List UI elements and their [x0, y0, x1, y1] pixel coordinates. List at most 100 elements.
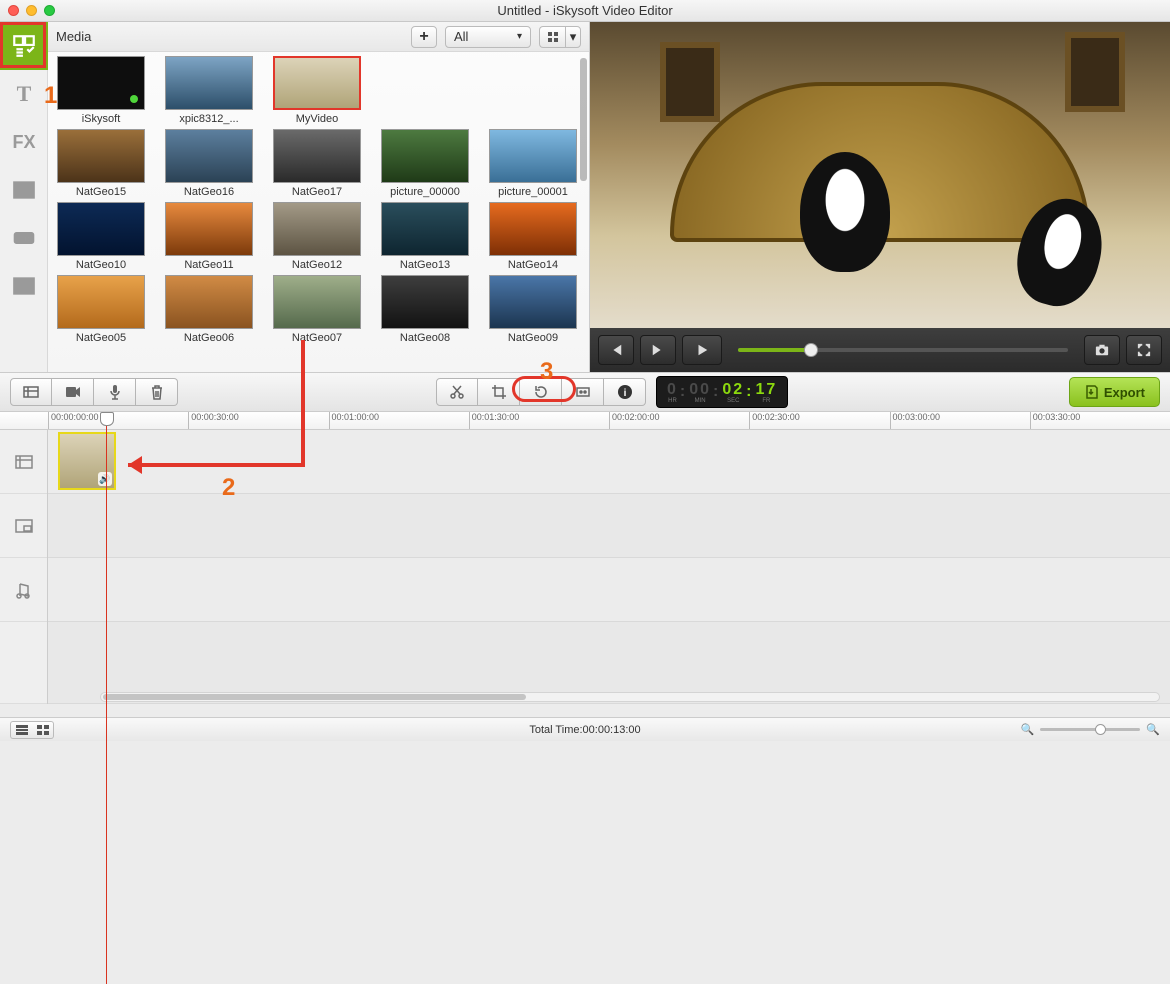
playback-bar	[590, 328, 1170, 372]
tab-split[interactable]	[0, 262, 48, 310]
overlay-track[interactable]	[48, 494, 1170, 558]
timeline-ruler[interactable]: 00:00:00:0000:00:30:0000:01:00:0000:01:3…	[0, 412, 1170, 430]
tab-fx[interactable]: FX	[0, 118, 48, 166]
tool-column: T FX AB	[0, 22, 48, 372]
media-item-label: NatGeo12	[270, 259, 364, 271]
rotate-button[interactable]	[520, 378, 562, 406]
tab-text[interactable]: T	[0, 70, 48, 118]
media-item-NatGeo11[interactable]: NatGeo11	[162, 202, 256, 271]
preview-canvas[interactable]	[590, 22, 1170, 328]
media-item-NatGeo09[interactable]: NatGeo09	[486, 275, 580, 344]
media-item-label: NatGeo06	[162, 332, 256, 344]
import-button[interactable]: +	[411, 26, 437, 48]
ruler-tick: 00:03:00:00	[890, 412, 1030, 429]
timecode-display: 0HR : 00MIN : 02SEC : 17FR	[656, 376, 788, 408]
media-item-picture_00001[interactable]: picture_00001	[486, 129, 580, 198]
media-filter-dropdown[interactable]: All	[445, 26, 531, 48]
titlebar: Untitled - iSkysoft Video Editor	[0, 0, 1170, 22]
media-item-NatGeo07[interactable]: NatGeo07	[270, 275, 364, 344]
track-overlay-label[interactable]	[0, 494, 47, 558]
tab-media[interactable]	[0, 22, 48, 70]
media-item-NatGeo10[interactable]: NatGeo10	[54, 202, 148, 271]
media-item-NatGeo16[interactable]: NatGeo16	[162, 129, 256, 198]
media-item-NatGeo13[interactable]: NatGeo13	[378, 202, 472, 271]
status-total-time: Total Time:00:00:13:00	[0, 724, 1170, 736]
svg-text:i: i	[623, 388, 626, 399]
media-item-iSkysoft[interactable]: iSkysoft	[54, 56, 148, 125]
crop-button[interactable]	[478, 378, 520, 406]
timeline-area[interactable]: 🔊	[48, 430, 1170, 704]
fullscreen-button[interactable]	[1126, 335, 1162, 365]
step-back-button[interactable]	[598, 335, 634, 365]
cut-button[interactable]	[436, 378, 478, 406]
audio-track[interactable]	[48, 558, 1170, 622]
ruler-tick: 00:01:30:00	[469, 412, 609, 429]
media-item-label: xpic8312_...	[162, 113, 256, 125]
record-voice-button[interactable]	[94, 378, 136, 406]
timeline-tracks: 🔊	[0, 430, 1170, 704]
ruler-tick: 00:00:00:00	[48, 412, 188, 429]
media-item-label: NatGeo10	[54, 259, 148, 271]
track-audio-label[interactable]	[0, 558, 47, 622]
timeline-clip-myvideo[interactable]: 🔊	[58, 432, 116, 490]
export-button[interactable]: Export	[1069, 377, 1160, 407]
export-label: Export	[1104, 385, 1145, 400]
media-item-NatGeo14[interactable]: NatGeo14	[486, 202, 580, 271]
snapshot-button[interactable]	[1084, 335, 1120, 365]
info-button[interactable]: i	[604, 378, 646, 406]
media-item-NatGeo17[interactable]: NatGeo17	[270, 129, 364, 198]
tab-intertitle[interactable]: AB	[0, 214, 48, 262]
zoom-slider[interactable]	[1040, 728, 1140, 731]
media-item-NatGeo05[interactable]: NatGeo05	[54, 275, 148, 344]
ruler-tick: 00:03:30:00	[1030, 412, 1170, 429]
view-grid-button[interactable]	[539, 26, 565, 48]
media-item-label: NatGeo14	[486, 259, 580, 271]
media-item-label: NatGeo08	[378, 332, 472, 344]
playback-slider[interactable]	[738, 348, 1068, 352]
media-panel-title: Media	[56, 29, 403, 44]
step-forward-button[interactable]	[640, 335, 676, 365]
media-item-label: NatGeo05	[54, 332, 148, 344]
ruler-tick: 00:01:00:00	[329, 412, 469, 429]
clip-audio-icon: 🔊	[98, 472, 112, 486]
media-item-label: picture_00001	[486, 186, 580, 198]
media-item-label: MyVideo	[270, 113, 364, 125]
media-item-label: NatGeo11	[162, 259, 256, 271]
media-item-label: NatGeo17	[270, 186, 364, 198]
media-item-label: NatGeo07	[270, 332, 364, 344]
media-item-label: NatGeo09	[486, 332, 580, 344]
play-button[interactable]	[682, 335, 722, 365]
ruler-tick: 00:02:30:00	[749, 412, 889, 429]
edit-clip-button[interactable]	[562, 378, 604, 406]
window-title: Untitled - iSkysoft Video Editor	[0, 3, 1170, 18]
add-to-timeline-button[interactable]	[10, 378, 52, 406]
svg-text:AB: AB	[19, 234, 30, 243]
video-track[interactable]: 🔊	[48, 430, 1170, 494]
tab-pip[interactable]	[0, 166, 48, 214]
timeline-scrollbar[interactable]	[100, 692, 1160, 702]
media-item-picture_00000[interactable]: picture_00000	[378, 129, 472, 198]
media-scrollbar[interactable]	[580, 58, 587, 366]
media-item-MyVideo[interactable]: MyVideo	[270, 56, 364, 125]
media-item-NatGeo08[interactable]: NatGeo08	[378, 275, 472, 344]
media-item-label: NatGeo15	[54, 186, 148, 198]
media-item-label: NatGeo13	[378, 259, 472, 271]
track-video-label[interactable]	[0, 430, 47, 494]
playhead[interactable]	[106, 412, 107, 984]
media-item-NatGeo12[interactable]: NatGeo12	[270, 202, 364, 271]
media-item-xpic8312_...[interactable]: xpic8312_...	[162, 56, 256, 125]
media-item-label: picture_00000	[378, 186, 472, 198]
status-bar: Total Time:00:00:13:00 🔍 🔍	[0, 717, 1170, 741]
preview-panel	[590, 22, 1170, 372]
delete-button[interactable]	[136, 378, 178, 406]
view-grid-dropdown[interactable]: ▾	[565, 26, 581, 48]
media-panel: Media + All ▾ iSkysoft xpic8312_... MyVide…	[48, 22, 590, 372]
edit-toolbar: i 0HR : 00MIN : 02SEC : 17FR Export	[0, 372, 1170, 412]
ruler-tick: 00:02:00:00	[609, 412, 749, 429]
media-item-NatGeo15[interactable]: NatGeo15	[54, 129, 148, 198]
media-item-label: iSkysoft	[54, 113, 148, 125]
media-item-NatGeo06[interactable]: NatGeo06	[162, 275, 256, 344]
ruler-tick: 00:00:30:00	[188, 412, 328, 429]
media-grid: iSkysoft xpic8312_... MyVideo NatGeo15 NatGe…	[48, 52, 589, 372]
record-video-button[interactable]	[52, 378, 94, 406]
